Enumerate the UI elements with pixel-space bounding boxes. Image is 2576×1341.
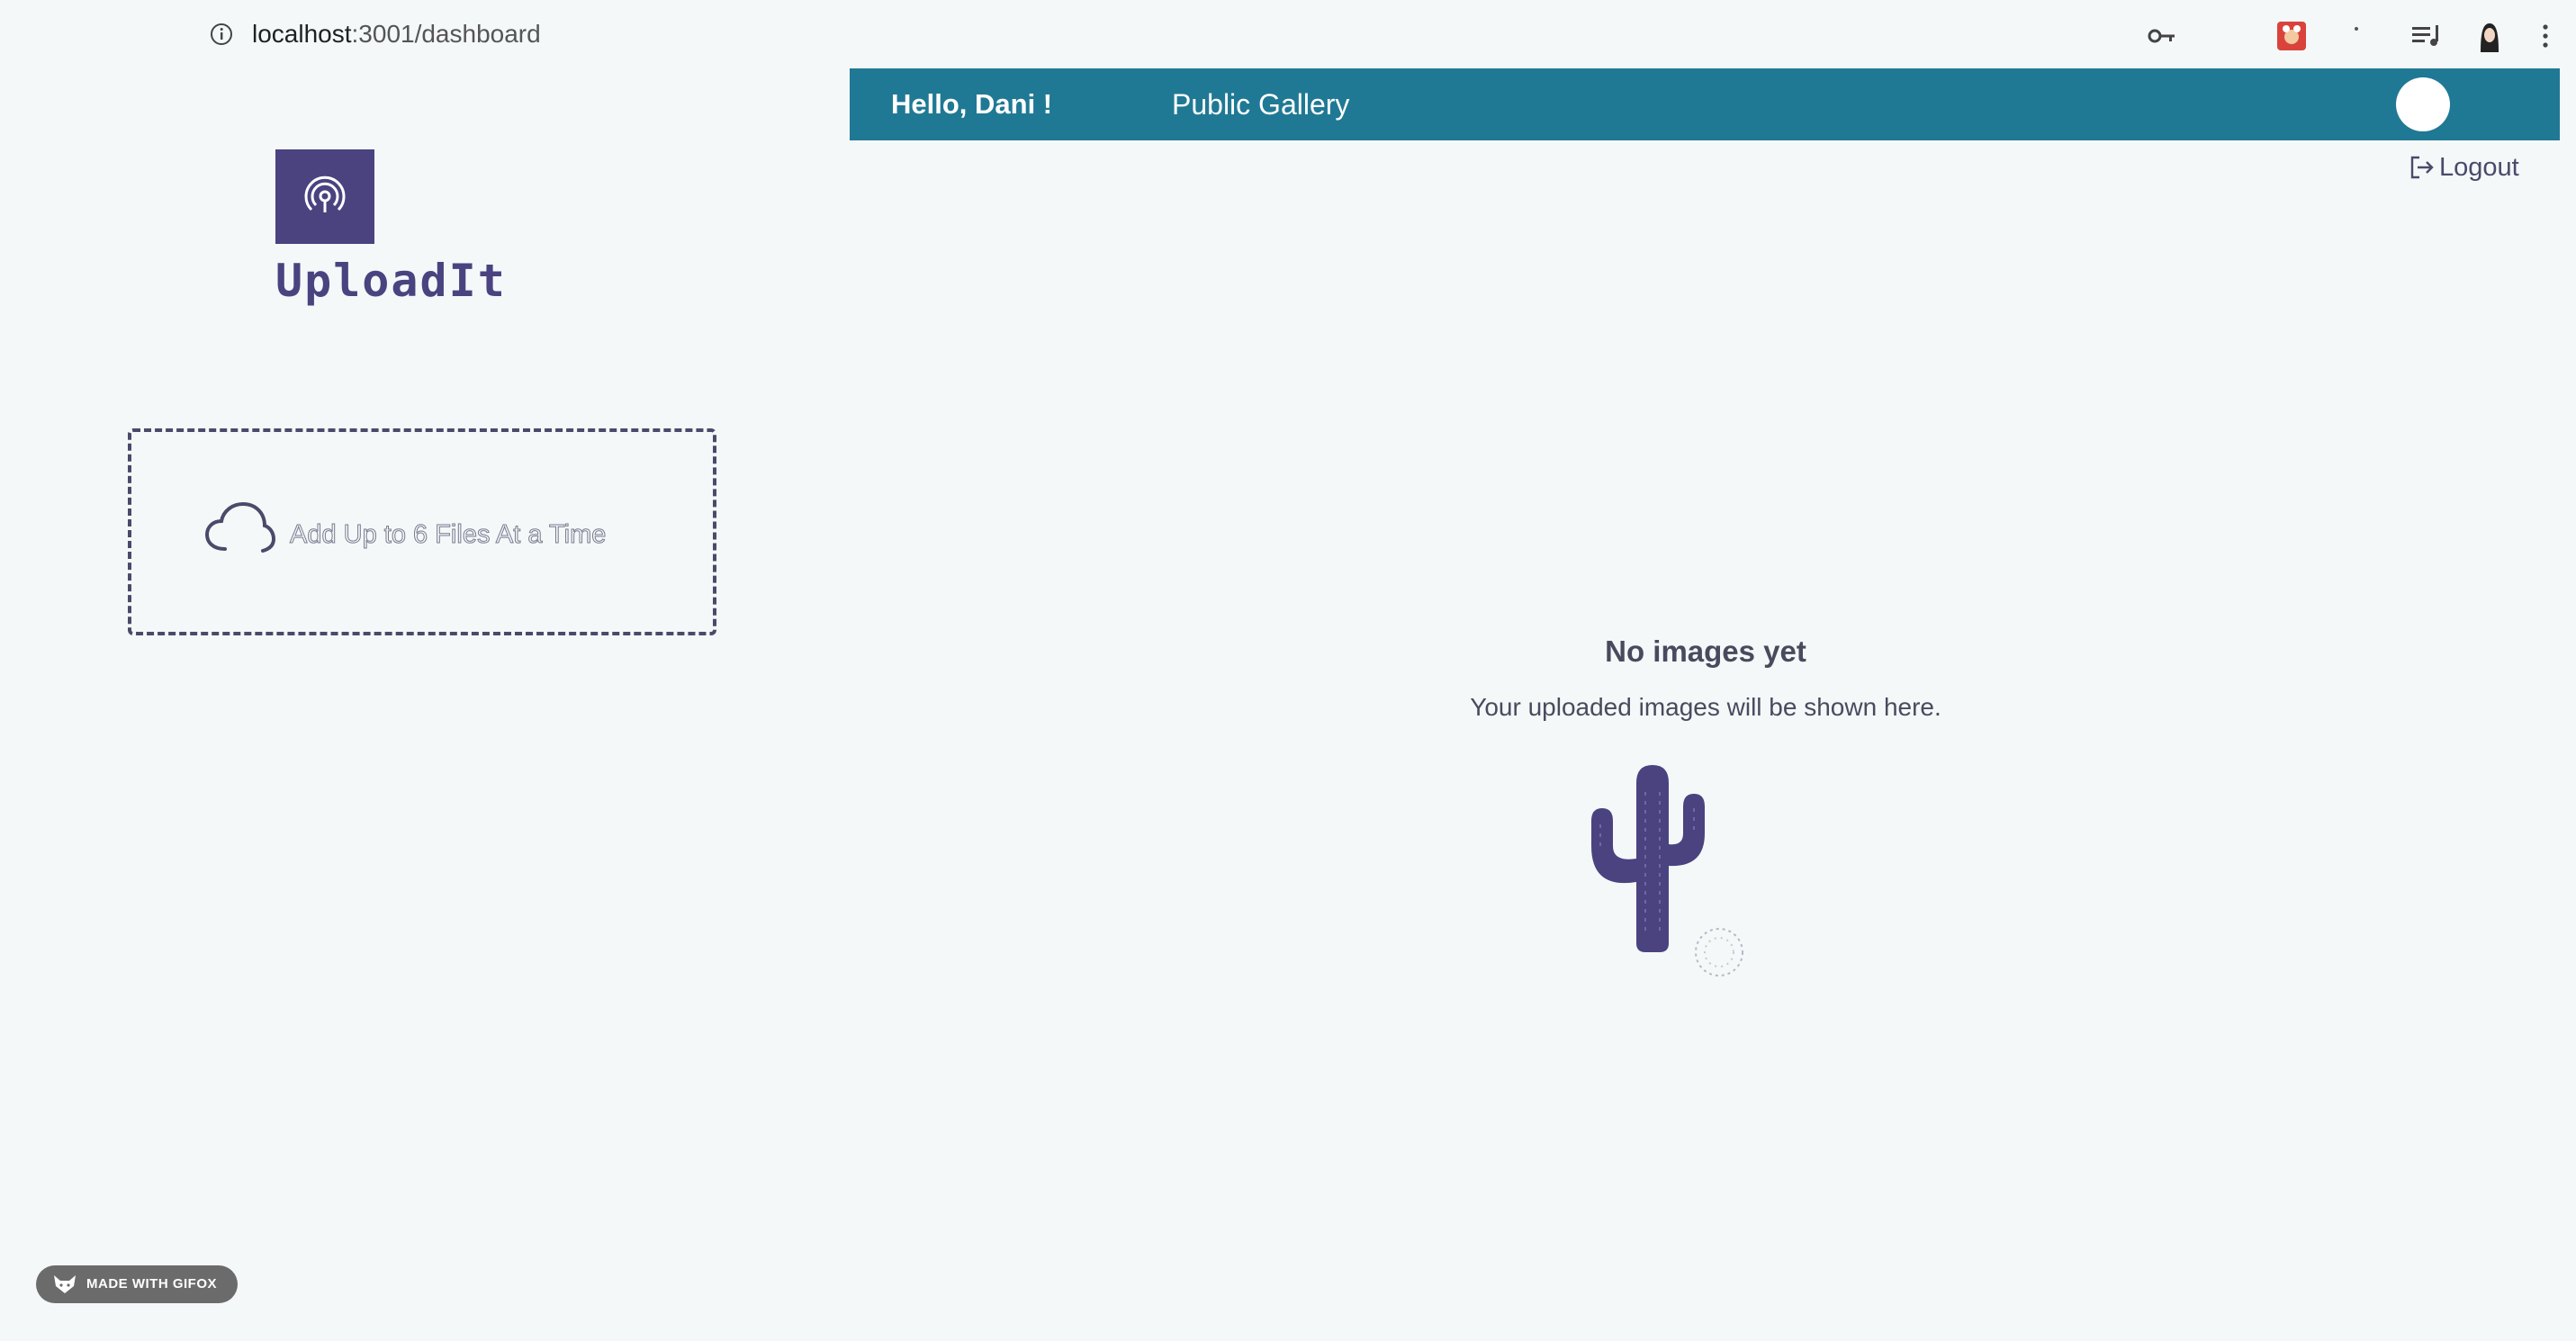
broadcast-icon [304,176,346,212]
info-icon[interactable] [209,22,234,47]
upload-dropzone[interactable]: Add Up to 6 Files At a Time [128,428,716,635]
browser-url-bar: localhost:3001/dashboard [0,0,2576,68]
public-gallery-link[interactable]: Public Gallery [1172,86,1349,122]
app-logo [275,149,374,244]
logout-icon [2410,156,2434,179]
more-menu-icon[interactable] [2527,18,2563,54]
gifox-badge: MADE WITH GIFOX [36,1265,238,1303]
logout-button[interactable]: Logout [2409,149,2519,185]
fox-icon [54,1275,76,1293]
extension-icon[interactable] [2274,18,2310,54]
logout-label: Logout [2439,153,2519,182]
gifox-label: MADE WITH GIFOX [86,1276,217,1292]
url-path: :3001/dashboard [351,20,541,48]
dot-icon [2355,27,2358,31]
media-queue-icon[interactable] [2409,18,2445,54]
dropzone-text: Add Up to 6 Files At a Time [289,520,607,550]
greeting-text: Hello, Dani ! [891,88,1053,120]
url-host: localhost [252,20,352,48]
cactus-illustration [1591,765,1743,976]
empty-state-title: No images yet [1605,634,1806,668]
cloud-icon [204,501,276,553]
address-bar-url[interactable]: localhost:3001/dashboard [252,16,541,52]
empty-state-subtitle: Your uploaded images will be shown here. [1470,693,1941,721]
top-nav-bar: Hello, Dani ! Public Gallery [850,68,2560,140]
profile-avatar-icon[interactable] [2472,18,2508,54]
key-icon[interactable] [2144,18,2180,54]
user-avatar[interactable] [2396,77,2450,131]
app-name: UploadIt [275,255,507,307]
